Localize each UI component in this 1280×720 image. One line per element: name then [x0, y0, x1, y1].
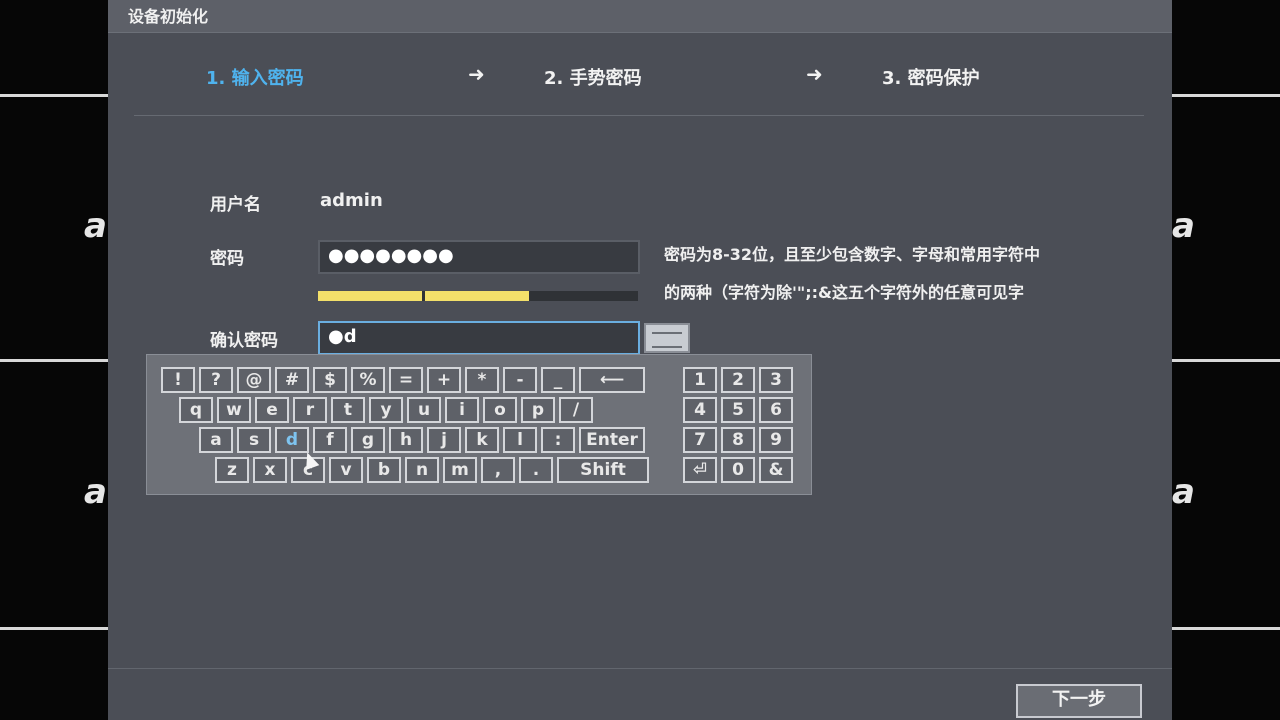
- key-symbol[interactable]: _: [541, 367, 575, 393]
- footer-divider: [108, 668, 1172, 669]
- key-symbol[interactable]: .: [519, 457, 553, 483]
- numpad-key-1[interactable]: 1: [683, 367, 717, 393]
- strength-segment-gap: [422, 291, 425, 301]
- key-symbol[interactable]: %: [351, 367, 385, 393]
- key-symbol[interactable]: *: [465, 367, 499, 393]
- key-symbol[interactable]: -: [503, 367, 537, 393]
- confirm-password-label: 确认密码: [210, 331, 278, 351]
- numpad-key-5[interactable]: 5: [721, 397, 755, 423]
- key-symbol[interactable]: =: [389, 367, 423, 393]
- numpad-key-8[interactable]: 8: [721, 427, 755, 453]
- key-x[interactable]: x: [253, 457, 287, 483]
- step-arrow-icon: ➜: [468, 62, 485, 86]
- key-h[interactable]: h: [389, 427, 423, 453]
- key-n[interactable]: n: [405, 457, 439, 483]
- key-shift[interactable]: Shift: [557, 457, 649, 483]
- header-divider: [134, 115, 1144, 116]
- password-hint-line1: 密码为8-32位，且至少包含数字、字母和常用字符中: [664, 245, 1041, 264]
- key-r[interactable]: r: [293, 397, 327, 423]
- key-symbol[interactable]: #: [275, 367, 309, 393]
- key-m[interactable]: m: [443, 457, 477, 483]
- numpad-key-9[interactable]: 9: [759, 427, 793, 453]
- virtual-keyboard: !? @ # $% = + * - _ ⟵ q w e r t y u i o p / a s d f g h j k l: Enter z x…: [146, 354, 812, 495]
- key-b[interactable]: b: [367, 457, 401, 483]
- key-g[interactable]: g: [351, 427, 385, 453]
- key-symbol[interactable]: @: [237, 367, 271, 393]
- key-symbol[interactable]: /: [559, 397, 593, 423]
- key-a[interactable]: a: [199, 427, 233, 453]
- username-value: admin: [320, 190, 383, 211]
- numpad-key-6[interactable]: 6: [759, 397, 793, 423]
- brand-logo-icon: a: [1172, 206, 1195, 246]
- key-u[interactable]: u: [407, 397, 441, 423]
- key-q[interactable]: q: [179, 397, 213, 423]
- password-label: 密码: [210, 249, 244, 269]
- dialog-titlebar: 设备初始化: [108, 0, 1172, 33]
- dialog-title: 设备初始化: [128, 7, 209, 26]
- key-symbol[interactable]: ⟵: [579, 367, 645, 393]
- step-gesture-password: 2. 手势密码: [544, 68, 642, 89]
- key-v[interactable]: v: [329, 457, 363, 483]
- key-enter[interactable]: Enter: [579, 427, 645, 453]
- numpad-key-0[interactable]: 0: [721, 457, 755, 483]
- numpad-key-7[interactable]: 7: [683, 427, 717, 453]
- key-o[interactable]: o: [483, 397, 517, 423]
- key-symbol[interactable]: ,: [481, 457, 515, 483]
- confirm-password-input[interactable]: ●d: [318, 321, 640, 355]
- numpad-key-enter[interactable]: ⏎: [683, 457, 717, 483]
- key-e[interactable]: e: [255, 397, 289, 423]
- key-l[interactable]: l: [503, 427, 537, 453]
- brand-logo-icon: a: [84, 472, 107, 512]
- step-enter-password: 1. 输入密码: [206, 68, 304, 89]
- numpad-key-2[interactable]: 2: [721, 367, 755, 393]
- password-hint-line2: 的两种（字符为除'";:&这五个字符外的任意可见字: [664, 283, 1024, 302]
- key-symbol[interactable]: +: [427, 367, 461, 393]
- key-y[interactable]: y: [369, 397, 403, 423]
- device-init-dialog: 设备初始化 1. 输入密码 ➜ 2. 手势密码 ➜ 3. 密码保护 用户名 ad…: [108, 0, 1172, 720]
- key-symbol[interactable]: !: [161, 367, 195, 393]
- numpad-key-3[interactable]: 3: [759, 367, 793, 393]
- key-i[interactable]: i: [445, 397, 479, 423]
- key-f[interactable]: f: [313, 427, 347, 453]
- key-t[interactable]: t: [331, 397, 365, 423]
- key-k[interactable]: k: [465, 427, 499, 453]
- brand-logo-icon: a: [84, 206, 107, 246]
- key-symbol[interactable]: :: [541, 427, 575, 453]
- key-w[interactable]: w: [217, 397, 251, 423]
- password-input[interactable]: ●●●●●●●●: [318, 240, 640, 274]
- numpad-key-4[interactable]: 4: [683, 397, 717, 423]
- password-strength-bar: [318, 291, 638, 301]
- keyboard-icon: [652, 332, 682, 348]
- key-p[interactable]: p: [521, 397, 555, 423]
- numpad-key-ampersand[interactable]: &: [759, 457, 793, 483]
- key-d[interactable]: d: [275, 427, 309, 453]
- key-symbol[interactable]: ?: [199, 367, 233, 393]
- key-j[interactable]: j: [427, 427, 461, 453]
- next-button[interactable]: 下一步: [1016, 684, 1142, 718]
- step-password-protection: 3. 密码保护: [882, 68, 980, 89]
- key-z[interactable]: z: [215, 457, 249, 483]
- key-symbol[interactable]: $: [313, 367, 347, 393]
- key-s[interactable]: s: [237, 427, 271, 453]
- username-label: 用户名: [210, 195, 261, 215]
- step-arrow-icon: ➜: [806, 62, 823, 86]
- keyboard-toggle-button[interactable]: [644, 323, 690, 353]
- brand-logo-icon: a: [1172, 472, 1195, 512]
